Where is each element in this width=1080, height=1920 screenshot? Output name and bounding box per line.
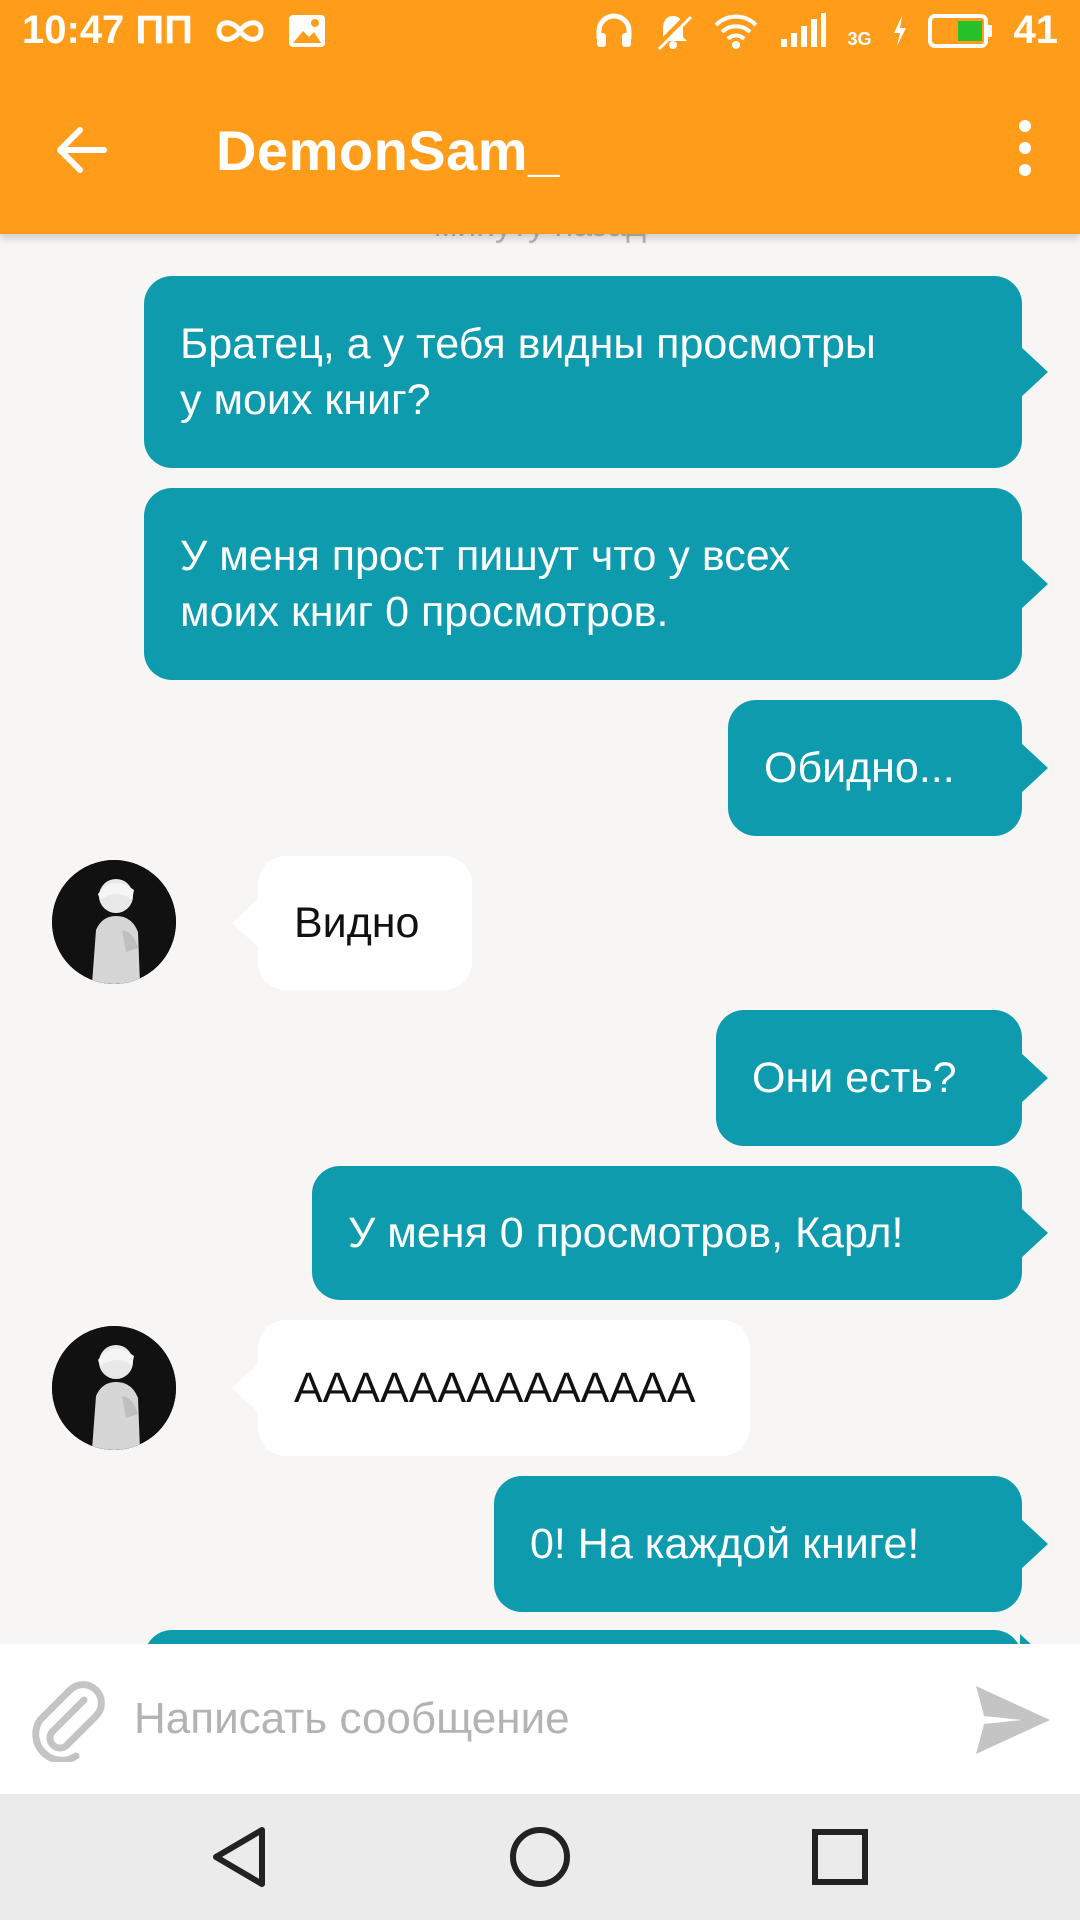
message-text-line: Братец, а у тебя видны просмотры — [180, 320, 876, 368]
system-navigation-bar — [0, 1794, 1080, 1920]
outgoing-message[interactable]: Они есть? — [716, 1010, 1048, 1146]
chat-screen: 10:47 ПП 3G 41 DemonSam_ Братец, а у теб… — [0, 0, 1080, 1920]
app-bar: DemonSam_ — [0, 66, 1080, 234]
battery-level: 41 — [1013, 8, 1059, 52]
nav-recents-icon[interactable] — [805, 1822, 875, 1892]
charging-bolt-icon — [893, 15, 906, 46]
message-text-line: Они есть? — [752, 1054, 957, 1102]
message-text-line: АААААААААААААА — [294, 1364, 696, 1412]
message-text-line: У меня прост пишут что у всех — [180, 532, 791, 580]
infinity-icon — [216, 19, 264, 42]
incoming-message[interactable]: Видно — [232, 856, 472, 990]
signal-icon — [781, 12, 827, 47]
message-text-line: 0! На каждой книге! — [530, 1520, 920, 1568]
message-composer — [0, 1644, 1080, 1794]
more-options-icon[interactable] — [1010, 116, 1040, 180]
chat-title: DemonSam_ — [216, 119, 560, 182]
outgoing-message[interactable]: Обидно... — [728, 700, 1048, 836]
status-time: 10:47 ПП — [22, 8, 193, 52]
contact-avatar[interactable] — [52, 1326, 176, 1450]
nav-back-icon[interactable] — [206, 1822, 276, 1892]
avatar-image — [52, 860, 176, 984]
battery-icon — [927, 13, 992, 48]
outgoing-message[interactable]: У меня прост пишут что у всех моих книг … — [144, 488, 1048, 680]
status-bar: 10:47 ПП 3G 41 — [0, 0, 1080, 66]
send-icon[interactable] — [970, 1678, 1054, 1762]
network-type-label: 3G — [847, 29, 872, 49]
outgoing-message[interactable]: 0! На каждой книге! — [494, 1476, 1048, 1612]
contact-avatar[interactable] — [52, 860, 176, 984]
message-text-line: У меня 0 просмотров, Карл! — [348, 1209, 904, 1257]
outgoing-message[interactable]: У меня 0 просмотров, Карл! — [312, 1166, 1048, 1300]
headphones-icon — [596, 13, 632, 47]
nav-home-icon[interactable] — [505, 1822, 575, 1892]
wifi-icon — [715, 14, 758, 49]
message-text-line: Обидно... — [764, 744, 955, 792]
back-arrow-icon[interactable] — [52, 120, 112, 180]
message-text-line: моих книг 0 просмотров. — [180, 588, 669, 636]
avatar-image — [52, 1326, 176, 1450]
message-text-line: Видно — [294, 899, 420, 947]
outgoing-message[interactable]: Братец, а у тебя видны просмотры у моих … — [144, 276, 1048, 468]
incoming-message[interactable]: АААААААААААААА — [232, 1320, 750, 1456]
notifications-off-icon — [655, 12, 693, 50]
gallery-icon — [288, 14, 325, 47]
message-text-line: у моих книг? — [180, 376, 431, 424]
attach-icon[interactable] — [26, 1678, 110, 1762]
message-input[interactable] — [134, 1674, 914, 1764]
